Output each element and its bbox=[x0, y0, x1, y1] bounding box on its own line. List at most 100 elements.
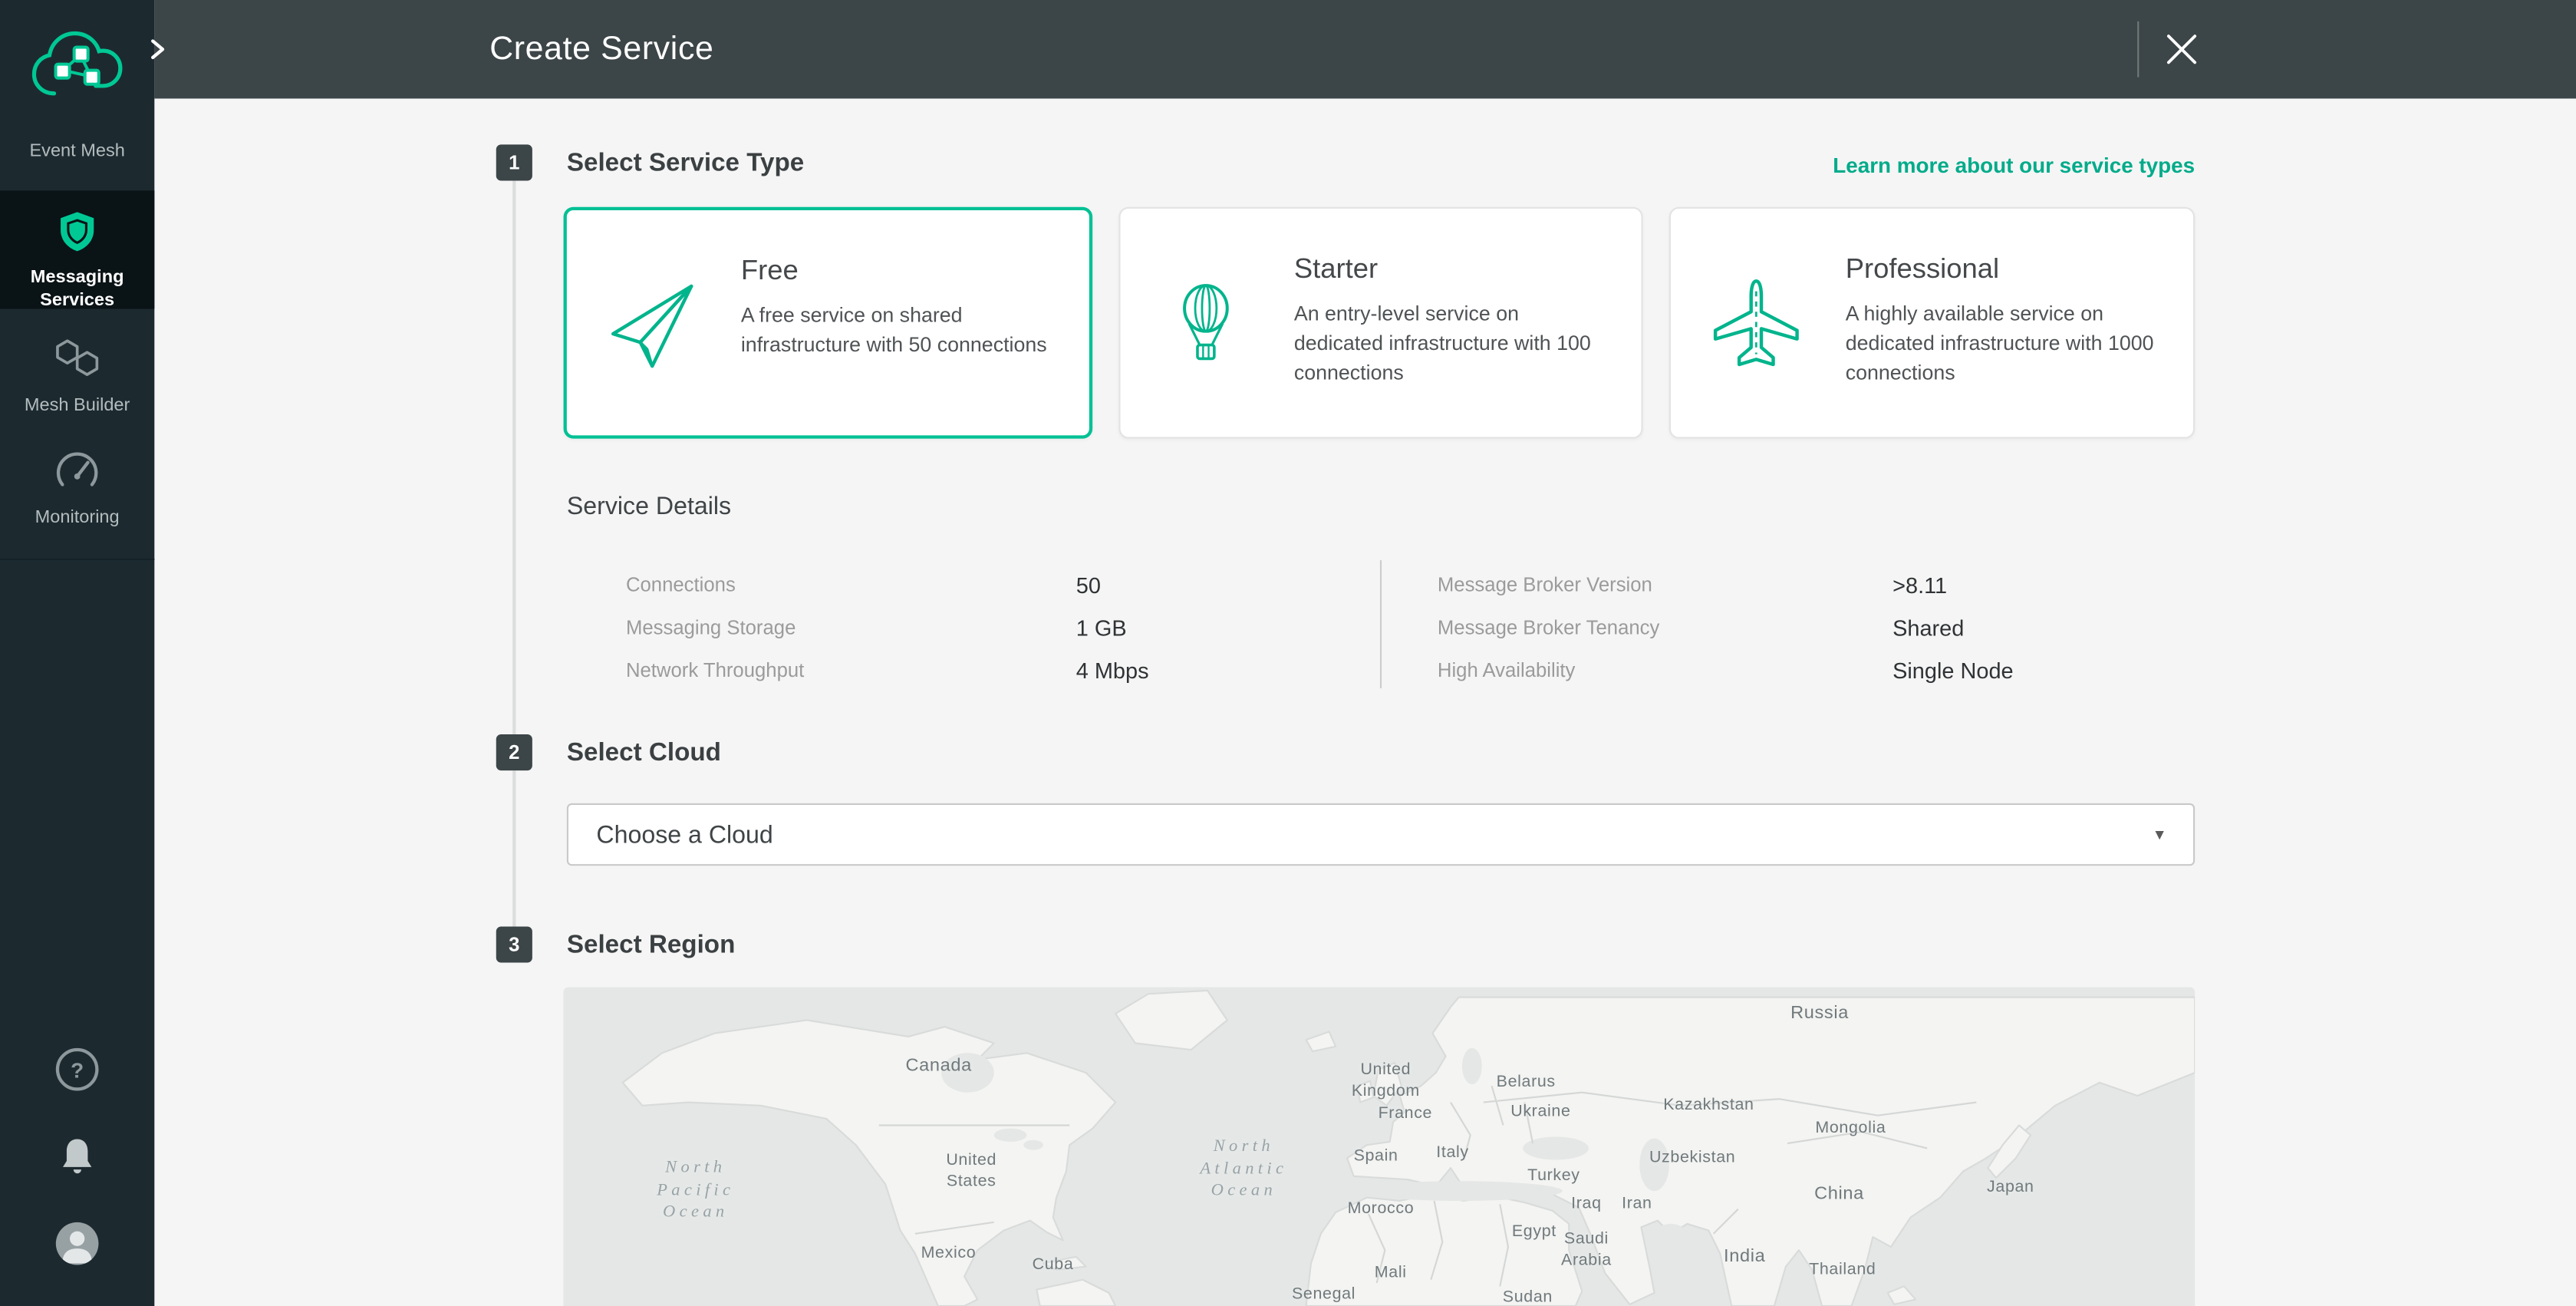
map-country-label: Iraq bbox=[1571, 1193, 1601, 1215]
cloud-logo-icon bbox=[28, 23, 126, 108]
learn-more-link[interactable]: Learn more about our service types bbox=[1833, 153, 2195, 177]
service-details-title: Service Details bbox=[567, 493, 731, 520]
service-details-right: Message Broker Version >8.11 Message Bro… bbox=[1438, 563, 2014, 691]
sidebar-item-mesh-builder[interactable]: Mesh Builder bbox=[0, 322, 154, 432]
detail-row: Network Throughput 4 Mbps bbox=[626, 649, 1149, 692]
details-column-divider bbox=[1380, 560, 1382, 688]
detail-row: Message Broker Tenancy Shared bbox=[1438, 606, 2014, 649]
person-icon bbox=[56, 1222, 99, 1265]
cloud-select[interactable]: Choose a Cloud ▼ bbox=[567, 803, 2195, 866]
service-type-description: A free service on shared infrastructure … bbox=[741, 301, 1059, 361]
map-country-label: United Kingdom bbox=[1352, 1060, 1420, 1103]
map-country-label: Morocco bbox=[1348, 1199, 1415, 1220]
detail-value: 4 Mbps bbox=[1076, 658, 1149, 682]
map-country-label: Belarus bbox=[1497, 1072, 1556, 1093]
detail-value: Single Node bbox=[1892, 658, 2014, 682]
detail-label: High Availability bbox=[1438, 658, 1892, 681]
sidebar-item-label: Messaging Services bbox=[7, 268, 148, 313]
close-icon bbox=[2160, 28, 2203, 71]
close-button[interactable] bbox=[2160, 28, 2203, 71]
sidebar: Event Mesh Messaging Services Mesh Build… bbox=[0, 0, 154, 1306]
chevron-down-icon: ▼ bbox=[2153, 826, 2167, 843]
sidebar-item-label: Monitoring bbox=[7, 508, 148, 530]
service-type-card[interactable]: Free A free service on shared infrastruc… bbox=[564, 207, 1092, 439]
step-1-title: Select Service Type bbox=[567, 150, 804, 180]
cloud-select-value: Choose a Cloud bbox=[596, 820, 772, 848]
detail-row: Messaging Storage 1 GB bbox=[626, 606, 1149, 649]
notifications-button[interactable] bbox=[56, 1133, 99, 1176]
map-country-label: Japan bbox=[1987, 1177, 2034, 1199]
paper-plane-icon bbox=[567, 210, 738, 435]
service-type-card[interactable]: Professional A highly available service … bbox=[1670, 207, 2196, 439]
sidebar-expand-chevron[interactable] bbox=[144, 36, 170, 62]
detail-row: High Availability Single Node bbox=[1438, 649, 2014, 692]
map-country-label: Saudi Arabia bbox=[1561, 1228, 1612, 1271]
bell-icon bbox=[59, 1134, 95, 1176]
detail-label: Messaging Storage bbox=[626, 616, 1076, 639]
step-2-title: Select Cloud bbox=[567, 739, 721, 769]
solace-cloud-logo[interactable] bbox=[0, 13, 154, 118]
help-button[interactable]: ? bbox=[56, 1048, 99, 1091]
gauge-icon bbox=[54, 450, 100, 493]
step-connector-line bbox=[512, 180, 516, 734]
step-2-badge: 2 bbox=[496, 734, 532, 770]
service-type-card[interactable]: Starter An entry-level service on dedica… bbox=[1118, 207, 1644, 439]
step-1-badge: 1 bbox=[496, 144, 532, 180]
chevron-right-icon bbox=[150, 38, 166, 61]
airplane-icon bbox=[1672, 209, 1843, 437]
map-country-label: Sudan bbox=[1503, 1287, 1553, 1306]
map-country-label: Canada bbox=[905, 1054, 971, 1078]
service-type-cards: Free A free service on shared infrastruc… bbox=[564, 207, 2196, 439]
sidebar-item-event-mesh[interactable]: Event Mesh bbox=[0, 121, 154, 176]
service-type-name: Free bbox=[741, 255, 1059, 288]
step-3-title: Select Region bbox=[567, 932, 736, 961]
map-country-label: Ukraine bbox=[1510, 1102, 1570, 1123]
service-type-name: Starter bbox=[1294, 253, 1612, 286]
region-map[interactable]: RussiaCanadaUnited KingdomBelarusFranceU… bbox=[564, 988, 2196, 1306]
detail-label: Message Broker Version bbox=[1438, 573, 1892, 596]
detail-row: Message Broker Version >8.11 bbox=[1438, 563, 2014, 606]
map-country-label: Spain bbox=[1354, 1146, 1398, 1167]
shield-icon bbox=[59, 210, 95, 253]
modal-header: Create Service bbox=[154, 0, 2576, 98]
map-country-label: Mali bbox=[1375, 1262, 1407, 1284]
map-country-label: Senegal bbox=[1292, 1284, 1356, 1305]
sidebar-divider bbox=[0, 559, 154, 560]
sidebar-item-messaging-services[interactable]: Messaging Services bbox=[0, 190, 154, 308]
service-details-left: Connections 50 Messaging Storage 1 GB Ne… bbox=[626, 563, 1149, 691]
user-avatar[interactable] bbox=[56, 1222, 99, 1265]
sidebar-item-label: Event Mesh bbox=[7, 141, 148, 163]
detail-value: Shared bbox=[1892, 615, 1964, 640]
map-country-label: China bbox=[1814, 1182, 1864, 1206]
sidebar-item-monitoring[interactable]: Monitoring bbox=[0, 437, 154, 543]
sidebar-item-label: Mesh Builder bbox=[7, 396, 148, 418]
map-country-label: United States bbox=[946, 1149, 996, 1192]
map-country-label: Uzbekistan bbox=[1649, 1147, 1735, 1169]
service-type-description: An entry-level service on dedicated infr… bbox=[1294, 299, 1612, 388]
detail-row: Connections 50 bbox=[626, 563, 1149, 606]
map-ocean-label: North Pacific Ocean bbox=[657, 1157, 734, 1225]
step-connector-line bbox=[512, 770, 516, 926]
detail-label: Message Broker Tenancy bbox=[1438, 616, 1892, 639]
hexagons-icon bbox=[54, 335, 100, 381]
map-country-label: Kazakhstan bbox=[1663, 1095, 1754, 1116]
detail-label: Connections bbox=[626, 573, 1076, 596]
map-country-label: Mongolia bbox=[1815, 1118, 1886, 1139]
step-3-badge: 3 bbox=[496, 926, 532, 962]
detail-value: >8.11 bbox=[1892, 572, 1947, 597]
hot-air-balloon-icon bbox=[1120, 209, 1291, 437]
region-map-labels: RussiaCanadaUnited KingdomBelarusFranceU… bbox=[564, 988, 2196, 1306]
create-service-page: Event Mesh Messaging Services Mesh Build… bbox=[0, 0, 2576, 1306]
service-type-name: Professional bbox=[1846, 253, 2164, 286]
map-country-label: Cuba bbox=[1033, 1254, 1074, 1275]
question-mark-icon: ? bbox=[71, 1057, 84, 1082]
detail-value: 1 GB bbox=[1076, 615, 1127, 640]
page-title: Create Service bbox=[489, 0, 713, 98]
map-country-label: Iran bbox=[1622, 1193, 1652, 1215]
create-service-form: 1 Select Service Type Learn more about o… bbox=[154, 98, 2576, 1306]
map-country-label: India bbox=[1724, 1245, 1765, 1268]
map-country-label: France bbox=[1379, 1103, 1433, 1125]
map-ocean-label: North Atlantic Ocean bbox=[1200, 1136, 1287, 1203]
header-divider bbox=[2137, 21, 2139, 78]
map-country-label: Turkey bbox=[1527, 1166, 1580, 1187]
